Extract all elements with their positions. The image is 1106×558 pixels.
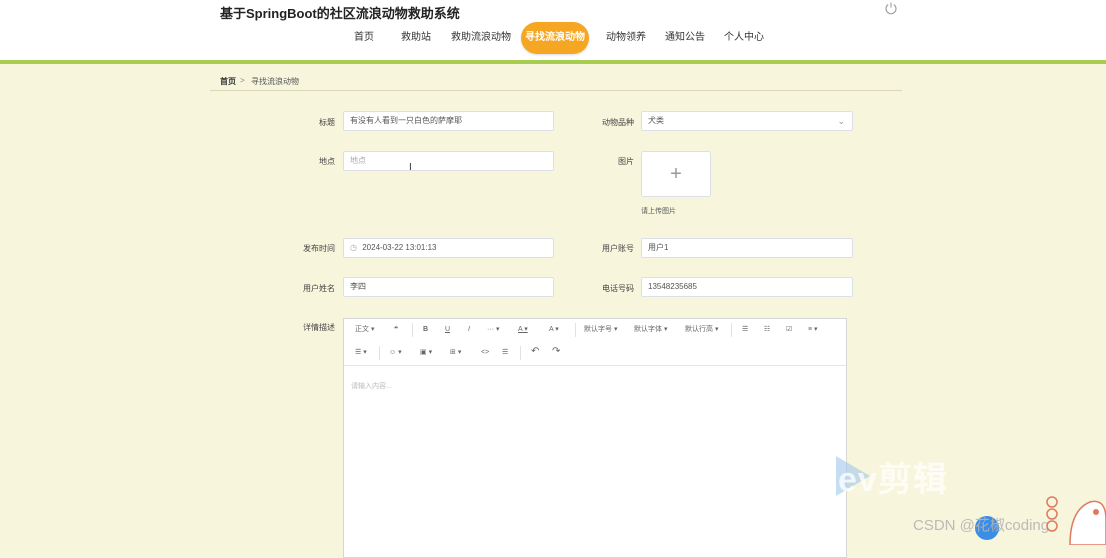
more-format-button[interactable]: ··· ▾: [487, 322, 499, 338]
plus-icon: +: [670, 163, 682, 185]
breed-value: 犬类: [648, 116, 664, 125]
quote-button[interactable]: ❝: [394, 322, 398, 338]
account-value: 用户1: [648, 243, 669, 252]
chevron-down-icon: ⌄: [837, 116, 845, 126]
text-cursor-icon: I: [409, 162, 412, 173]
toolbar-divider: [379, 346, 380, 360]
name-input[interactable]: 李四: [343, 277, 554, 297]
power-icon[interactable]: [884, 1, 898, 15]
breadcrumb: 首页 > 寻找流浪动物: [210, 71, 902, 91]
top-header: 基于SpringBoot的社区流浪动物救助系统 首页 救助站 救助流浪动物 寻找…: [0, 0, 1106, 62]
nav-rescue-stray[interactable]: 救助流浪动物: [451, 23, 511, 53]
location-placeholder: 地点: [350, 156, 366, 165]
emoji-button[interactable]: ☺ ▾: [389, 345, 402, 361]
line-height-select[interactable]: 默认行高 ▾: [685, 322, 718, 338]
nav-find-stray[interactable]: 寻找流浪动物: [521, 22, 589, 54]
csdn-watermark: CSDN @花椒coding: [913, 517, 1050, 534]
image-label: 图片: [618, 157, 634, 166]
image-upload-button[interactable]: +: [641, 151, 711, 197]
toolbar-divider: [412, 323, 413, 337]
numbered-list-icon[interactable]: ☷: [764, 322, 770, 338]
breadcrumb-current: 寻找流浪动物: [251, 77, 299, 86]
header-divider: [0, 60, 1106, 64]
phone-label: 电话号码: [602, 284, 634, 293]
toolbar-divider: [520, 346, 521, 360]
background-color-button[interactable]: A ▾: [549, 322, 559, 338]
publish-time-value: 2024-03-22 13:01:13: [362, 243, 437, 252]
image-insert-button[interactable]: ▣ ▾: [420, 345, 432, 361]
publish-time-input[interactable]: ◷ 2024-03-22 13:01:13: [343, 238, 554, 258]
undo-icon[interactable]: ↶: [531, 344, 539, 360]
bullet-list-icon[interactable]: ☰: [742, 322, 748, 338]
underline-button[interactable]: U: [445, 322, 450, 338]
phone-value: 13548235685: [648, 282, 697, 291]
account-input[interactable]: 用户1: [641, 238, 853, 258]
mascot-icon: [1046, 496, 1106, 545]
nav-rescue-station[interactable]: 救助站: [401, 23, 431, 53]
ev-watermark: ev剪辑: [838, 461, 948, 499]
nav-user-center[interactable]: 个人中心: [724, 23, 764, 53]
title-label: 标题: [319, 118, 335, 127]
nav-home[interactable]: 首页: [354, 23, 374, 53]
rich-text-editor: 正文 ▾ ❝ B U I ··· ▾ A ▾ A ▾ 默认字号 ▾ 默认字体 ▾…: [343, 318, 847, 558]
editor-placeholder[interactable]: 请输入内容...: [351, 381, 392, 391]
divider-insert-button[interactable]: ☰: [502, 345, 508, 361]
align-button[interactable]: ≡ ▾: [808, 322, 818, 338]
name-value: 李四: [350, 282, 366, 291]
nav-notices[interactable]: 通知公告: [665, 23, 705, 53]
breed-label: 动物品种: [602, 118, 634, 127]
font-color-button[interactable]: A ▾: [518, 322, 528, 338]
title-input[interactable]: 有没有人看到一只白色的萨摩耶: [343, 111, 554, 131]
account-label: 用户账号: [602, 244, 634, 253]
site-title: 基于SpringBoot的社区流浪动物救助系统: [220, 6, 460, 21]
redo-icon[interactable]: ↷: [552, 344, 560, 360]
font-family-select[interactable]: 默认字体 ▾: [634, 322, 667, 338]
indent-button[interactable]: ☰ ▾: [355, 345, 367, 361]
breadcrumb-separator: >: [240, 76, 245, 85]
title-value: 有没有人看到一只白色的萨摩耶: [350, 116, 462, 125]
code-button[interactable]: <>: [481, 345, 489, 361]
phone-input[interactable]: 13548235685: [641, 277, 853, 297]
clock-icon: ◷: [350, 243, 357, 252]
toolbar-divider: [731, 323, 732, 337]
location-label: 地点: [319, 157, 335, 166]
editor-toolbar: 正文 ▾ ❝ B U I ··· ▾ A ▾ A ▾ 默认字号 ▾ 默认字体 ▾…: [344, 319, 846, 366]
detail-label: 详情描述: [303, 323, 335, 332]
paragraph-style-button[interactable]: 正文 ▾: [355, 322, 374, 338]
bold-button[interactable]: B: [423, 322, 428, 338]
breadcrumb-home[interactable]: 首页: [220, 76, 236, 87]
breed-select[interactable]: 犬类 ⌄: [641, 111, 853, 131]
main-nav: 首页 救助站 救助流浪动物 寻找流浪动物 动物领养 通知公告 个人中心: [0, 22, 1106, 54]
toolbar-divider: [575, 323, 576, 337]
publish-time-label: 发布时间: [303, 244, 335, 253]
todo-icon[interactable]: ☑: [786, 322, 792, 338]
nav-adoption[interactable]: 动物领养: [606, 23, 646, 53]
upload-hint: 请上传图片: [641, 208, 676, 215]
name-label: 用户姓名: [303, 284, 335, 293]
italic-button[interactable]: I: [468, 322, 470, 338]
location-input[interactable]: 地点: [343, 151, 554, 171]
table-insert-button[interactable]: ⊞ ▾: [450, 345, 461, 361]
font-size-select[interactable]: 默认字号 ▾: [584, 322, 617, 338]
